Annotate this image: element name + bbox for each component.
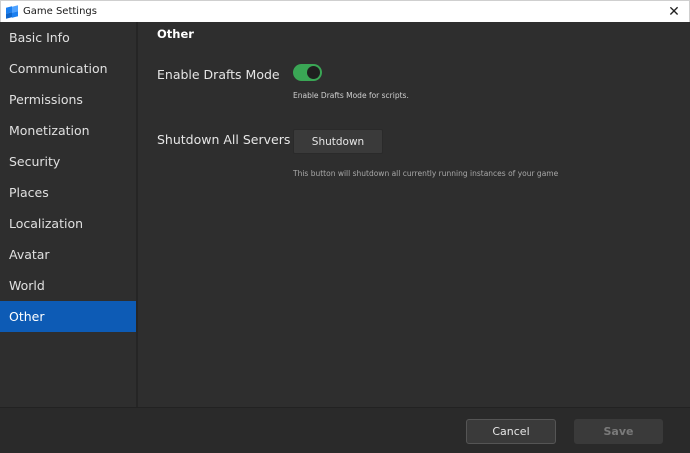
close-icon[interactable]: ✕ — [659, 1, 689, 22]
sidebar-item-security[interactable]: Security — [0, 146, 136, 177]
section-title: Other — [157, 27, 194, 41]
sidebar-item-permissions[interactable]: Permissions — [0, 84, 136, 115]
shutdown-hint: This button will shutdown all currently … — [293, 169, 559, 178]
shutdown-servers-label: Shutdown All Servers — [157, 132, 291, 147]
cancel-button[interactable]: Cancel — [466, 419, 556, 444]
footer: Cancel Save — [0, 407, 690, 453]
settings-panel: Other Enable Drafts Mode Enable Drafts M… — [140, 22, 690, 407]
toggle-knob — [307, 66, 320, 79]
sidebar-item-communication[interactable]: Communication — [0, 53, 136, 84]
sidebar-item-places[interactable]: Places — [0, 177, 136, 208]
window-title: Game Settings — [23, 6, 97, 17]
save-button[interactable]: Save — [574, 419, 663, 444]
drafts-mode-toggle[interactable] — [293, 64, 322, 81]
drafts-mode-hint: Enable Drafts Mode for scripts. — [293, 91, 409, 100]
drafts-mode-label: Enable Drafts Mode — [157, 67, 280, 82]
sidebar-item-other[interactable]: Other — [0, 301, 136, 332]
sidebar-item-world[interactable]: World — [0, 270, 136, 301]
sidebar-item-basic-info[interactable]: Basic Info — [0, 22, 136, 53]
shutdown-button[interactable]: Shutdown — [293, 129, 383, 154]
sidebar-item-monetization[interactable]: Monetization — [0, 115, 136, 146]
title-bar: Game Settings ✕ — [0, 0, 690, 22]
sidebar: Basic Info Communication Permissions Mon… — [0, 22, 138, 407]
sidebar-item-avatar[interactable]: Avatar — [0, 239, 136, 270]
studio-logo-icon — [6, 4, 18, 19]
sidebar-item-localization[interactable]: Localization — [0, 208, 136, 239]
